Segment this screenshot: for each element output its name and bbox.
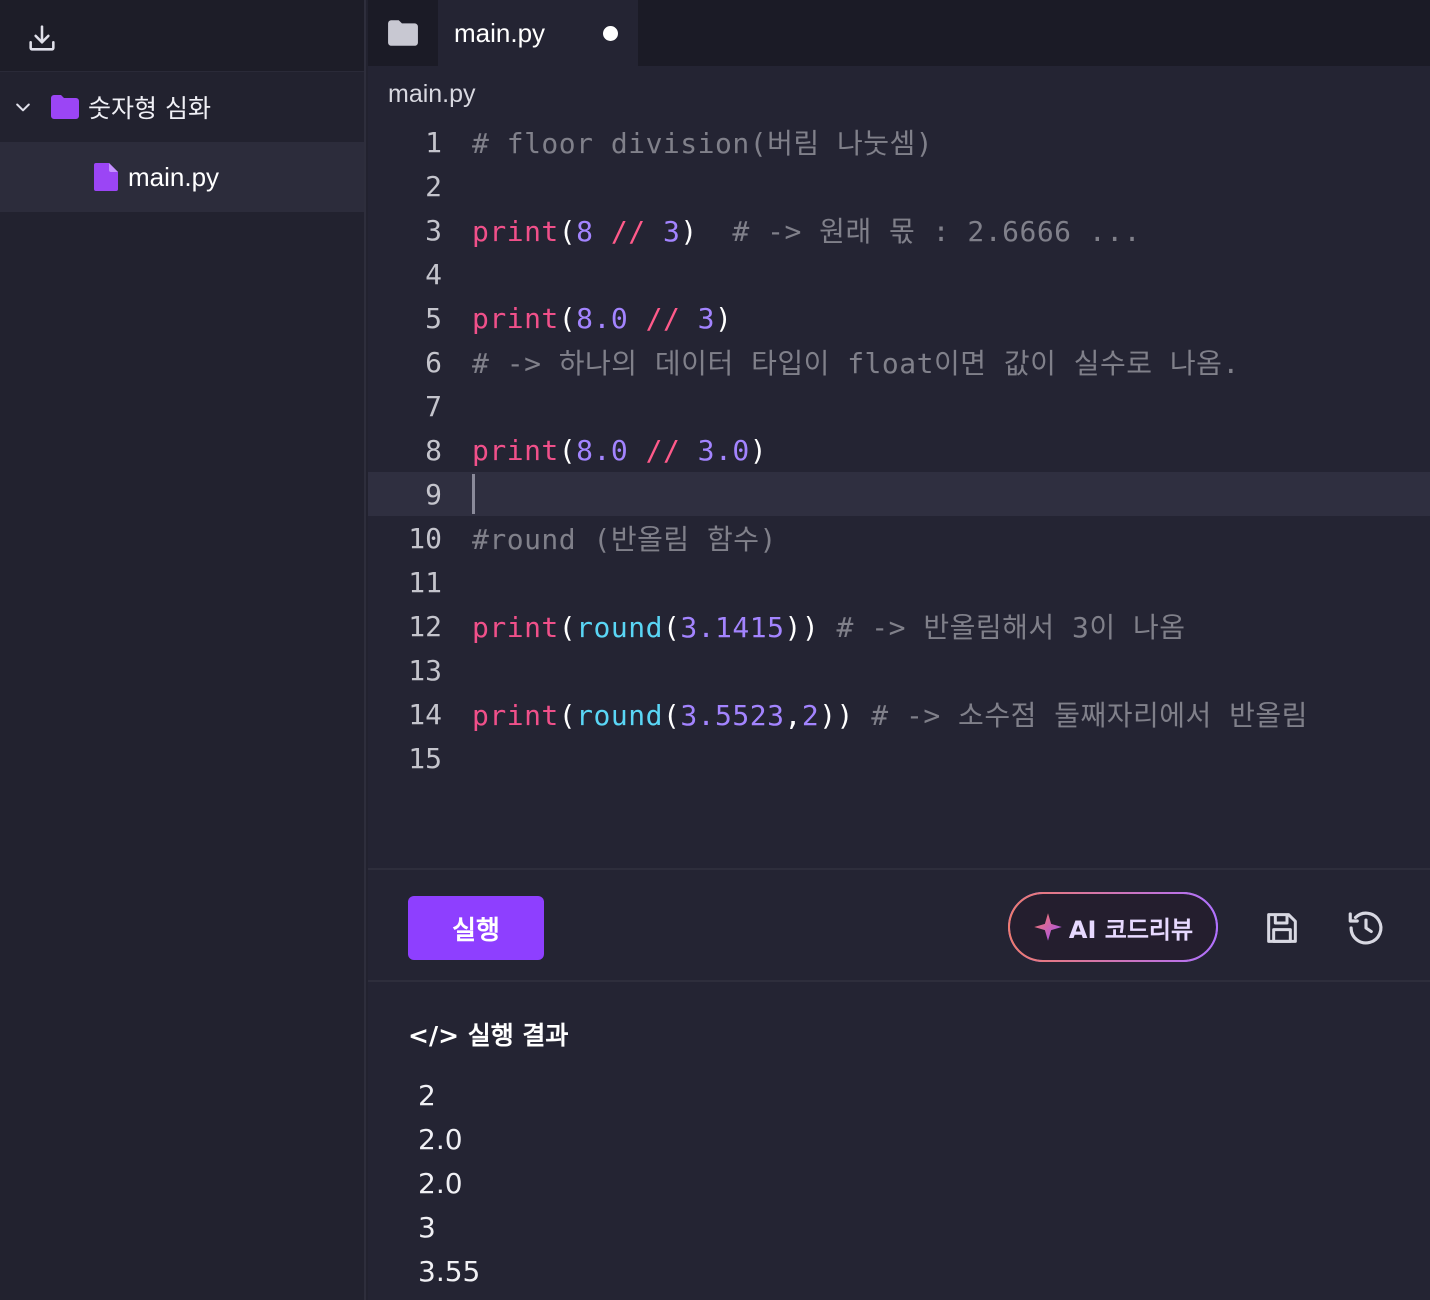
- line-number: 10: [408, 521, 442, 555]
- text-cursor: [472, 474, 475, 514]
- line-number: 3: [425, 213, 442, 247]
- output-panel: </> 실행 결과 2 2.0 2.0 3 3.55: [368, 984, 1430, 1300]
- folder-item[interactable]: 숫자형 심화: [0, 72, 364, 142]
- active-code-line: 9: [368, 472, 1430, 516]
- tab-bar: main.py: [368, 0, 1430, 66]
- line-text: #round (반올림 함수): [472, 523, 777, 556]
- line-text: print(8 // 3) # -> 원래 몫 : 2.6666 ...: [472, 215, 1141, 248]
- output-line: 2.0: [418, 1123, 463, 1156]
- code-line: 12 print(round(3.1415)) # -> 반올림해서 3이 나옴: [368, 604, 1430, 648]
- file-label: main.py: [128, 161, 220, 192]
- run-button[interactable]: 실행: [408, 896, 544, 960]
- file-icon: [94, 163, 118, 191]
- save-button[interactable]: [1260, 906, 1304, 950]
- history-button[interactable]: [1344, 906, 1388, 950]
- line-number: 6: [425, 345, 442, 379]
- ai-code-review-button[interactable]: AI 코드리뷰: [1008, 892, 1218, 962]
- explorer-toggle-button[interactable]: [368, 0, 438, 66]
- download-icon: [29, 25, 55, 51]
- download-button[interactable]: [22, 18, 62, 58]
- code-line: 7: [368, 384, 1430, 428]
- code-line: 13: [368, 648, 1430, 692]
- unsaved-indicator-dot[interactable]: [603, 26, 618, 41]
- output-line: 2: [418, 1079, 436, 1112]
- line-number: 7: [425, 389, 442, 423]
- line-text: print(round(3.5523,2)) # -> 소수점 둘째자리에서 반…: [472, 699, 1308, 732]
- code-line: 3 print(8 // 3) # -> 원래 몫 : 2.6666 ...: [368, 208, 1430, 252]
- code-line: 5 print(8.0 // 3): [368, 296, 1430, 340]
- output-line: 2.0: [418, 1167, 463, 1200]
- line-text: # -> 하나의 데이터 타입이 float이면 값이 실수로 나옴.: [472, 347, 1240, 380]
- output-line: 3.55: [418, 1255, 481, 1288]
- sidebar-header: [0, 0, 364, 72]
- output-line: 3: [418, 1211, 436, 1244]
- chevron-down-icon[interactable]: [12, 96, 34, 118]
- line-number: 14: [408, 697, 442, 731]
- line-text: print(8.0 // 3): [472, 301, 733, 335]
- editor-panel: main.py main.py 1 # floor division(버림 나눗…: [368, 0, 1430, 1300]
- folder-icon: [388, 20, 418, 46]
- line-number: 2: [425, 169, 442, 203]
- line-number: 5: [425, 301, 442, 335]
- code-line: 11: [368, 560, 1430, 604]
- line-text: # floor division(버림 나눗셈): [472, 127, 934, 160]
- line-number: 9: [425, 477, 442, 511]
- action-toolbar: 실행 AI 코드리뷰: [368, 868, 1430, 982]
- save-icon: [1267, 913, 1297, 943]
- line-number: 12: [408, 609, 442, 643]
- line-number: 15: [408, 741, 442, 775]
- file-item-main-py[interactable]: main.py: [0, 142, 364, 212]
- output-title: </> 실행 결과: [408, 1021, 569, 1050]
- output-lines: 2 2.0 2.0 3 3.55: [418, 1074, 480, 1294]
- folder-icon: [51, 95, 79, 119]
- history-icon: [1348, 911, 1383, 945]
- line-text: print(round(3.1415)) # -> 반올림해서 3이 나옴: [472, 611, 1186, 644]
- folder-label: 숫자형 심화: [88, 94, 211, 123]
- tab-label: main.py: [454, 17, 546, 48]
- code-line: 14 print(round(3.5523,2)) # -> 소수점 둘째자리에…: [368, 692, 1430, 736]
- line-number: 13: [408, 653, 442, 687]
- code-line: 4: [368, 252, 1430, 296]
- code-line: 15: [368, 736, 1430, 780]
- code-line: 10 #round (반올림 함수): [368, 516, 1430, 560]
- line-text: print(8.0 // 3.0): [472, 433, 768, 467]
- line-number: 11: [408, 565, 442, 599]
- code-line: 8 print(8.0 // 3.0): [368, 428, 1430, 472]
- line-number: 4: [425, 257, 442, 291]
- file-explorer-sidebar: 숫자형 심화 main.py: [0, 0, 366, 1300]
- sparkle-icon: [1034, 913, 1062, 941]
- code-line: 2: [368, 164, 1430, 208]
- ai-review-label: AI 코드리뷰: [1068, 915, 1194, 944]
- code-line: 1 # floor division(버림 나눗셈): [368, 120, 1430, 164]
- line-number: 8: [425, 433, 442, 467]
- code-line: 6 # -> 하나의 데이터 타입이 float이면 값이 실수로 나옴.: [368, 340, 1430, 384]
- tab-main-py[interactable]: main.py: [438, 0, 638, 66]
- code-editor[interactable]: 1 # floor division(버림 나눗셈) 2 3 print(8 /…: [368, 120, 1430, 780]
- file-path-breadcrumb: main.py: [388, 79, 476, 108]
- line-number: 1: [425, 125, 442, 159]
